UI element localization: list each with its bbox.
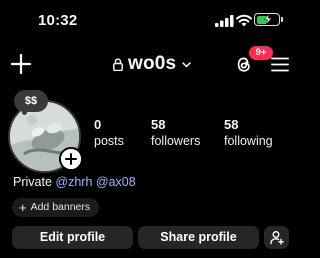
- stat-posts-label: posts: [94, 134, 124, 148]
- add-story-button[interactable]: [59, 147, 83, 171]
- create-plus-icon[interactable]: [10, 53, 32, 75]
- stat-posts-count: 0: [94, 117, 102, 132]
- stat-following[interactable]: 58 following: [224, 117, 273, 149]
- stat-following-count: 58: [224, 117, 239, 132]
- stat-followers[interactable]: 58 followers: [151, 117, 200, 149]
- edit-profile-button[interactable]: Edit profile: [12, 226, 133, 249]
- note-bubble-tail: [22, 110, 27, 115]
- bio-mention-link[interactable]: @ax08: [96, 175, 136, 189]
- status-time: 10:32: [38, 12, 78, 29]
- add-person-icon: [270, 231, 284, 245]
- lock-icon: [113, 57, 123, 71]
- stat-followers-label: followers: [151, 134, 201, 148]
- share-profile-button[interactable]: Share profile: [138, 226, 259, 249]
- stat-followers-count: 58: [151, 117, 166, 132]
- profile-bio: Private @zhrh @ax08: [13, 175, 136, 190]
- battery-icon: [254, 13, 280, 26]
- account-switcher[interactable]: wo0s: [113, 52, 192, 76]
- bio-mention-link[interactable]: @zhrh: [55, 175, 92, 189]
- discover-people-button[interactable]: [264, 226, 289, 249]
- stat-following-label: following: [224, 134, 273, 148]
- wifi-icon: [236, 14, 252, 27]
- plus-icon: [61, 149, 81, 169]
- note-bubble[interactable]: $$: [14, 90, 48, 112]
- charging-bolt-icon: [263, 14, 273, 24]
- bio-text: Private: [13, 175, 56, 189]
- stat-posts[interactable]: 0 posts: [94, 117, 124, 149]
- username: wo0s: [128, 53, 177, 74]
- cellular-signal-icon: [215, 15, 234, 27]
- add-banners-label: Add banners: [30, 201, 91, 213]
- menu-icon[interactable]: [271, 57, 289, 72]
- battery-nub: [281, 17, 283, 22]
- add-banners-button[interactable]: + Add banners: [12, 198, 100, 217]
- plus-icon: +: [19, 200, 27, 215]
- chevron-down-icon: [182, 61, 192, 67]
